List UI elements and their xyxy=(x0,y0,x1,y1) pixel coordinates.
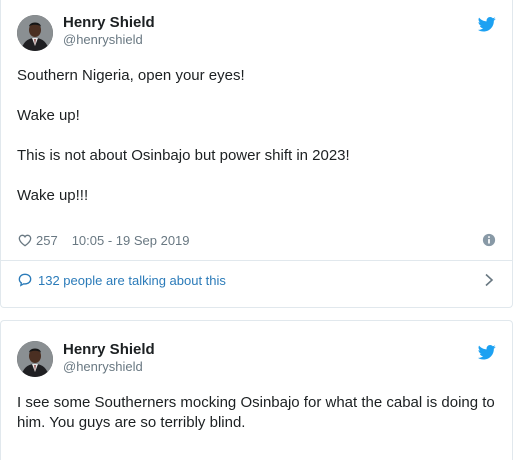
author-name[interactable]: Henry Shield xyxy=(63,13,155,32)
info-icon[interactable] xyxy=(482,233,496,247)
avatar-photo xyxy=(17,15,53,51)
speech-bubble-icon xyxy=(18,273,32,287)
avatar[interactable] xyxy=(17,341,53,377)
twitter-bird-icon[interactable] xyxy=(478,17,496,32)
tweet-text: Southern Nigeria, open your eyes! Wake u… xyxy=(17,66,496,226)
like-count[interactable]: 257 xyxy=(36,233,58,248)
heart-icon[interactable] xyxy=(17,232,33,248)
author-handle[interactable]: @henryshield xyxy=(63,359,155,375)
tweet-paragraph: Southern Nigeria, open your eyes! xyxy=(17,67,245,84)
tweet-card: Henry Shield @henryshield I see some Sou… xyxy=(0,320,513,460)
avatar-photo xyxy=(17,341,53,377)
tweet-author[interactable]: Henry Shield @henryshield xyxy=(63,340,155,375)
tweet-text: I see some Southerners mocking Osinbajo … xyxy=(17,394,495,431)
tweet-paragraph: This is not about Osinbajo but power shi… xyxy=(17,147,350,164)
twitter-bird-icon[interactable] xyxy=(478,345,496,360)
tweet-timestamp[interactable]: 10:05 - 19 Sep 2019 xyxy=(72,233,190,248)
avatar[interactable] xyxy=(17,15,53,51)
author-name[interactable]: Henry Shield xyxy=(63,340,155,359)
conversation-link[interactable]: 132 people are talking about this xyxy=(17,268,496,292)
tweet-author[interactable]: Henry Shield @henryshield xyxy=(63,13,155,48)
author-handle[interactable]: @henryshield xyxy=(63,32,155,48)
chevron-right-icon[interactable] xyxy=(484,273,494,287)
tweet-card: Henry Shield @henryshield Southern Niger… xyxy=(0,0,513,308)
conversation-text[interactable]: 132 people are talking about this xyxy=(38,273,226,288)
tweet-paragraph: Wake up!!! xyxy=(17,187,89,204)
tweet-meta: 257 10:05 - 19 Sep 2019 xyxy=(17,230,496,250)
tweet-paragraph: Wake up! xyxy=(17,107,80,124)
divider xyxy=(1,260,512,261)
